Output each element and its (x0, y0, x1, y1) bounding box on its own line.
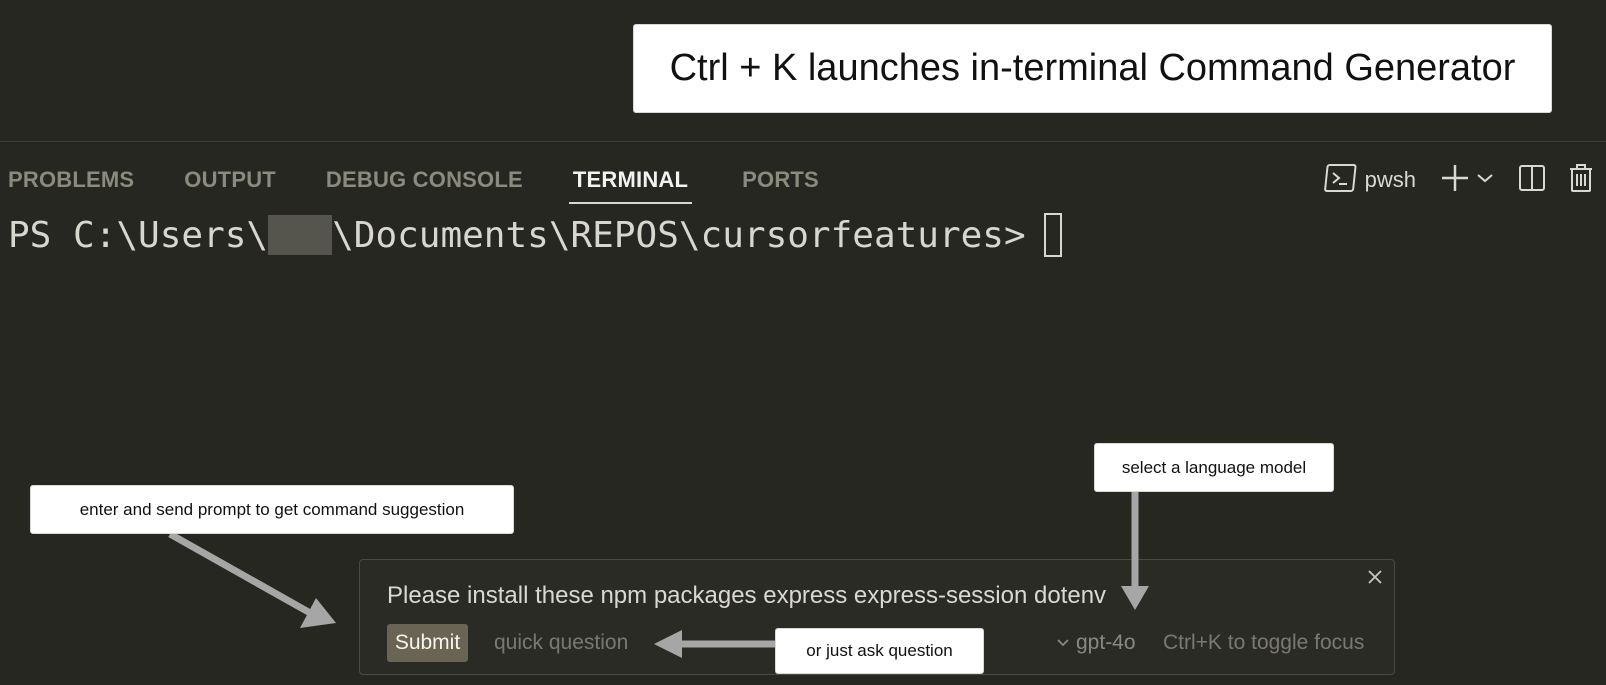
callout-main: Ctrl + K launches in-terminal Command Ge… (633, 24, 1552, 113)
arrow-to-model (1121, 492, 1149, 610)
callout-prompt-hint: enter and send prompt to get command sug… (30, 485, 514, 534)
callout-model-hint: select a language model (1094, 443, 1334, 492)
arrow-to-quick-question (654, 630, 775, 658)
callout-question-hint: or just ask question (775, 628, 984, 674)
screenshot: Ctrl + K launches in-terminal Command Ge… (0, 0, 1606, 685)
arrow-to-prompt (168, 530, 336, 628)
